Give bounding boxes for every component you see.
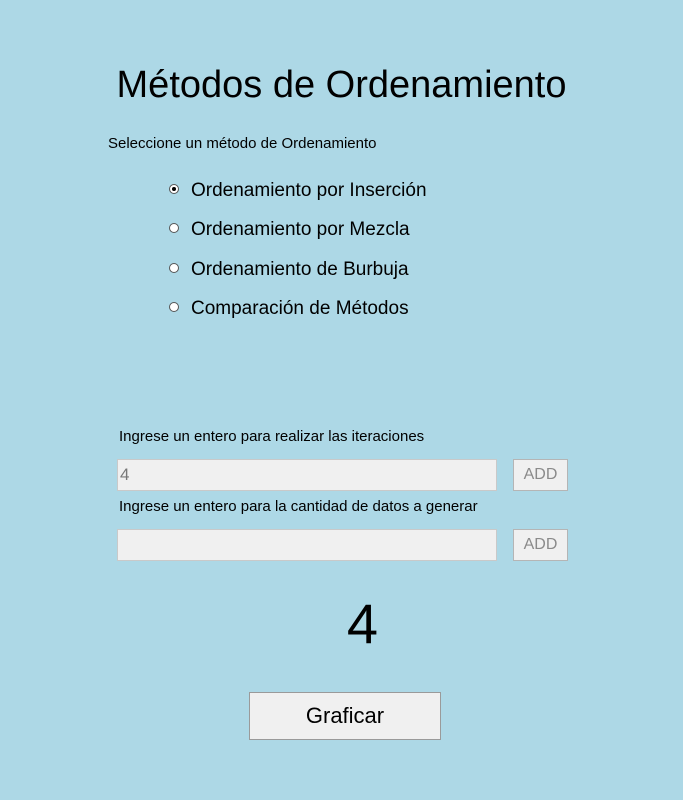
iterations-label: Ingrese un entero para realizar las iter… — [119, 428, 425, 445]
method-prompt-label: Seleccione un método de Ordenamiento — [108, 135, 377, 152]
graph-button[interactable]: Graficar — [249, 692, 441, 740]
page-title: Métodos de Ordenamiento — [116, 64, 567, 106]
radio-label-merge[interactable]: Ordenamiento por Mezcla — [191, 219, 410, 241]
radio-label-comparison[interactable]: Comparación de Métodos — [191, 298, 409, 320]
data-count-add-button[interactable]: ADD — [513, 529, 568, 561]
iterations-input[interactable] — [117, 459, 497, 491]
radio-button-bubble[interactable] — [169, 262, 179, 273]
radio-label-bubble[interactable]: Ordenamiento de Burbuja — [191, 259, 409, 281]
radio-button-comparison[interactable] — [169, 301, 179, 312]
radio-button-merge[interactable] — [169, 223, 179, 234]
radio-label-insertion[interactable]: Ordenamiento por Inserción — [191, 180, 427, 202]
data-count-input[interactable] — [117, 529, 497, 561]
radio-button-insertion[interactable] — [169, 184, 179, 194]
iterations-add-button[interactable]: ADD — [513, 459, 568, 491]
data-count-label: Ingrese un entero para la cantidad de da… — [119, 498, 478, 515]
iterations-display-value: 4 — [346, 592, 379, 655]
